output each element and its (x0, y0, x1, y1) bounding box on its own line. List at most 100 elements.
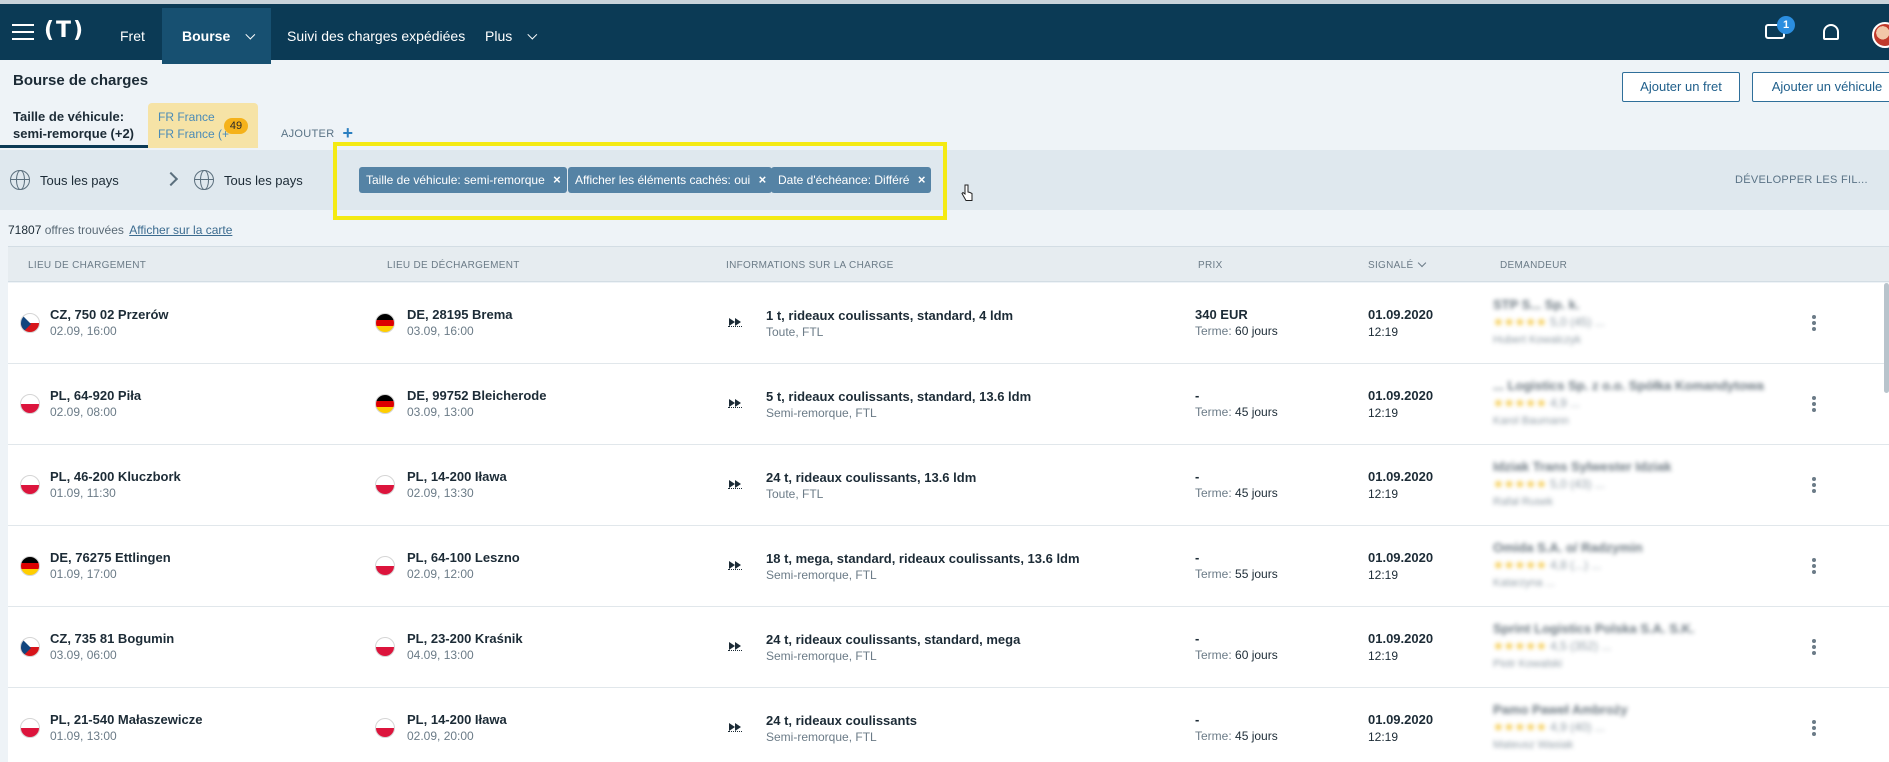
requester-info[interactable]: Pamo Paweł Ambroży ★★★★★ 4,9 (40) ... Mate… (1483, 688, 1813, 762)
expand-filters-button[interactable]: DÉVELOPPER LES FIL... (1735, 174, 1868, 186)
reported-date: 01.09.2020 (1368, 631, 1434, 646)
add-vehicle-button[interactable]: Ajouter un véhicule (1752, 72, 1889, 102)
messages-icon[interactable]: 1 (1765, 16, 1795, 44)
freight-type-icon (728, 316, 742, 328)
requester-name: STP S... Sp. k. (1493, 297, 1580, 312)
more-options-icon[interactable] (1812, 477, 1816, 493)
reported-time: 12:19 (1368, 487, 1399, 501)
load-info-sub: Semi-remorque, FTL (766, 649, 877, 663)
show-on-map-link[interactable]: Afficher sur la carte (129, 223, 232, 237)
close-icon[interactable]: × (918, 167, 926, 193)
load-info-sub: Semi-remorque, FTL (766, 568, 877, 582)
unloading-place: PL, 23-200 Kraśnik (407, 631, 523, 646)
more-options-icon[interactable] (1812, 558, 1816, 574)
reported-time: 12:19 (1368, 649, 1399, 663)
plus-icon: + (342, 123, 354, 143)
reported-time: 12:19 (1368, 406, 1399, 420)
unloading-date: 02.09, 12:00 (407, 567, 474, 581)
table-row[interactable]: DE, 76275 Ettlingen 01.09, 17:00 PL, 64-10… (8, 526, 1889, 607)
loading-place: CZ, 750 02 Przerów (50, 307, 169, 322)
table-row[interactable]: PL, 64-920 Piła 02.09, 08:00 DE, 99752 Ble… (8, 364, 1889, 445)
more-options-icon[interactable] (1812, 396, 1816, 412)
more-options-icon[interactable] (1812, 315, 1816, 331)
unloading-date: 03.09, 16:00 (407, 324, 474, 338)
country-flag-icon (20, 718, 40, 738)
load-info-sub: Semi-remorque, FTL (766, 730, 877, 744)
tab-france[interactable]: FR France FR France (+ 49 (148, 103, 258, 148)
from-country-filter[interactable]: Tous les pays (40, 173, 119, 188)
menu-icon[interactable] (12, 24, 34, 40)
loading-place: DE, 76275 Ettlingen (50, 550, 171, 565)
add-freight-button[interactable]: Ajouter un fret (1622, 72, 1740, 102)
unloading-place: DE, 99752 Bleicherode (407, 388, 547, 403)
country-flag-icon (375, 475, 395, 495)
scrollbar[interactable] (1884, 283, 1889, 393)
reported-date: 01.09.2020 (1368, 712, 1434, 727)
load-info: 1 t, rideaux coulissants, standard, 4 ld… (766, 308, 1014, 323)
reported-time: 12:19 (1368, 325, 1399, 339)
column-header-reported[interactable]: SIGNALÉ (1368, 258, 1427, 271)
more-options-icon[interactable] (1812, 639, 1816, 655)
close-icon[interactable]: × (759, 167, 767, 193)
app-logo[interactable]: (T) (44, 18, 85, 43)
requester-info[interactable]: Sprint Logistics Polska S.A. S.K. ★★★★★ 4… (1483, 607, 1813, 688)
unloading-place: PL, 14-200 Iława (407, 712, 507, 727)
rating-stars-icon: ★★★★★ 4,9 ... (1493, 396, 1581, 410)
filter-chip-hidden-items[interactable]: Afficher les éléments cachés: oui × (568, 167, 773, 193)
table-row[interactable]: CZ, 750 02 Przerów 02.09, 16:00 DE, 28195 … (8, 283, 1889, 364)
table-row[interactable]: PL, 21-540 Małaszewicze 01.09, 13:00 PL, 1… (8, 688, 1889, 762)
country-flag-icon (20, 313, 40, 333)
table-header (8, 246, 1889, 282)
add-tab-button[interactable]: AJOUTER + (281, 121, 354, 143)
avatar[interactable] (1872, 22, 1889, 48)
filter-chip-vehicle-size[interactable]: Taille de véhicule: semi-remorque × (359, 167, 567, 193)
column-header-loading: LIEU DE CHARGEMENT (28, 260, 147, 271)
country-flag-icon (375, 637, 395, 657)
nav-item-plus[interactable]: Plus (465, 8, 553, 64)
loading-date: 01.09, 17:00 (50, 567, 117, 581)
requester-name: Idziak Trans Sylwester Idziak (1493, 459, 1672, 474)
freight-type-icon (728, 640, 742, 652)
page-title: Bourse de charges (13, 72, 149, 89)
load-info-sub: Semi-remorque, FTL (766, 406, 877, 420)
nav-item-fret[interactable]: Fret (100, 8, 165, 64)
more-options-icon[interactable] (1812, 720, 1816, 736)
filter-chip-due-date[interactable]: Date d'échéance: Différé × (771, 167, 932, 193)
nav-item-bourse[interactable]: Bourse (162, 8, 272, 64)
contact-person: Mateusz Wasiak (1493, 739, 1574, 751)
rating-stars-icon: ★★★★★ 5,0 (43) ... (1493, 477, 1605, 491)
close-icon[interactable]: × (553, 167, 561, 193)
load-info: 24 t, rideaux coulissants (766, 713, 918, 728)
bell-icon[interactable] (1820, 24, 1842, 44)
freight-type-icon (728, 721, 742, 733)
contact-person: Piotr Kowalski (1493, 658, 1563, 670)
freight-type-icon (728, 397, 742, 409)
loading-date: 03.09, 06:00 (50, 648, 117, 662)
freight-type-icon (728, 478, 742, 490)
reported-date: 01.09.2020 (1368, 307, 1434, 322)
contact-person: Katarzyna ... (1493, 577, 1555, 589)
loading-date: 01.09, 13:00 (50, 729, 117, 743)
reported-time: 12:19 (1368, 568, 1399, 582)
country-flag-icon (20, 637, 40, 657)
unloading-place: PL, 64-100 Leszno (407, 550, 520, 565)
requester-info[interactable]: Idziak Trans Sylwester Idziak ★★★★★ 5,0 (… (1483, 445, 1813, 526)
nav-item-suivi[interactable]: Suivi des charges expédiées (267, 8, 485, 64)
country-flag-icon (375, 313, 395, 333)
to-country-filter[interactable]: Tous les pays (224, 173, 303, 188)
payment-term: Terme: 60 jours (1195, 648, 1278, 662)
freight-type-icon (728, 559, 742, 571)
column-header-requester: DEMANDEUR (1500, 260, 1568, 271)
load-info: 18 t, mega, standard, rideaux coulissant… (766, 551, 1080, 566)
requester-info[interactable]: ... Logistics Sp. z o.o. Spółka Komandyt… (1483, 364, 1813, 445)
requester-info[interactable]: Omida S.A. o/ Radzymin ★★★★★ 4,8 (...) ..… (1483, 526, 1813, 607)
table-row[interactable]: CZ, 735 81 Bogumin 03.09, 06:00 PL, 23-200… (8, 607, 1889, 688)
table-row[interactable]: PL, 46-200 Kluczbork 01.09, 11:30 PL, 14-2… (8, 445, 1889, 526)
tab-vehicle-size[interactable]: Taille de véhicule: semi-remorque (+2) (13, 108, 134, 142)
requester-info[interactable]: STP S... Sp. k. ★★★★★ 5,0 (45) ... Hubert … (1483, 283, 1813, 364)
load-info: 24 t, rideaux coulissants, 13.6 ldm (766, 470, 977, 485)
reported-date: 01.09.2020 (1368, 550, 1434, 565)
rating-stars-icon: ★★★★★ 4,8 (...) ... (1493, 558, 1602, 572)
unloading-place: PL, 14-200 Iława (407, 469, 507, 484)
price: - (1195, 631, 1200, 646)
